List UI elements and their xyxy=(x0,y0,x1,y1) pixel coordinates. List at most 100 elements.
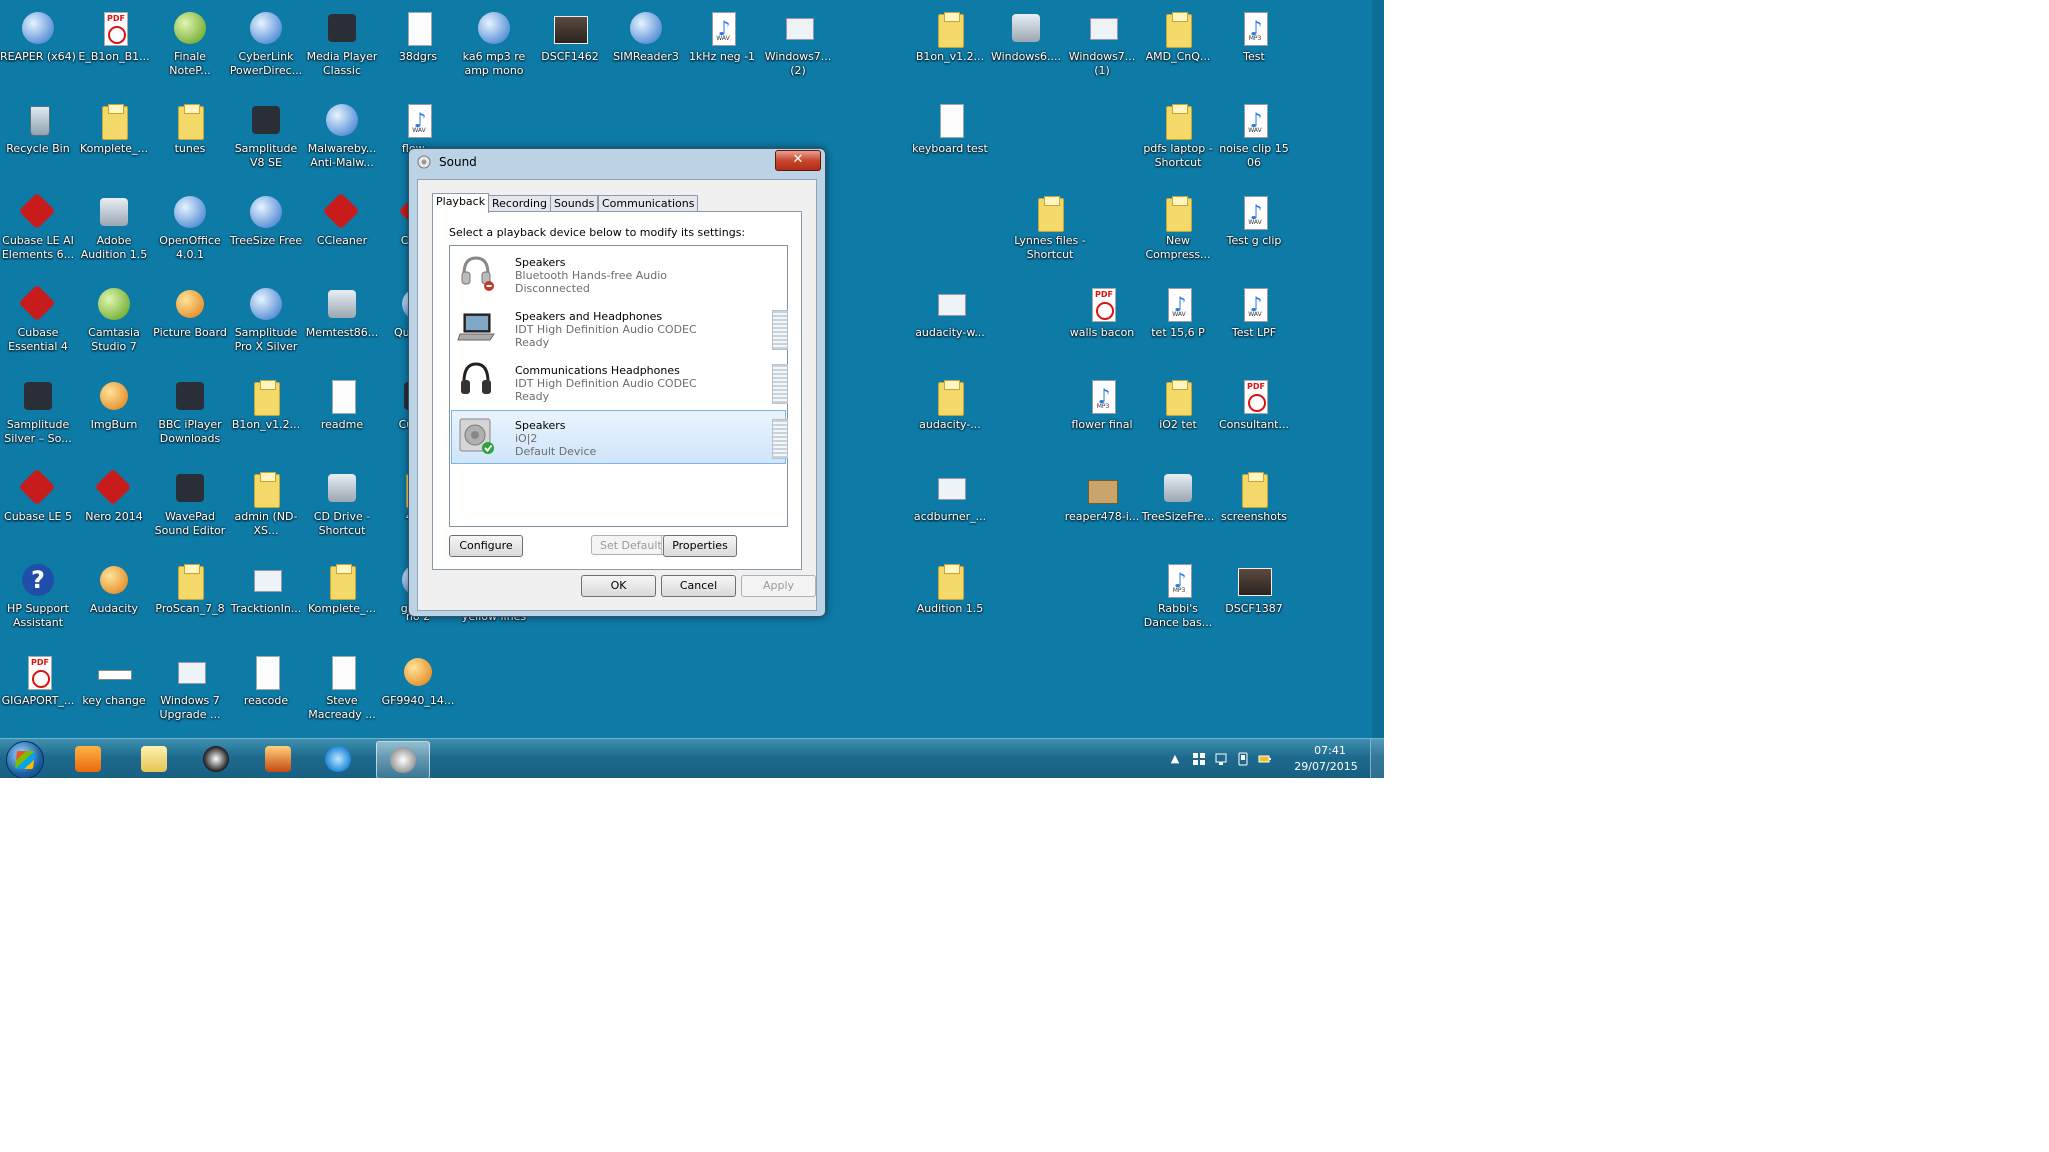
desktop-icon-pdf[interactable]: E_B1on_B1... xyxy=(76,4,152,64)
desktop-icon-openoffice[interactable]: OpenOffice 4.0.1 xyxy=(152,188,228,262)
device-item[interactable]: Speakers and Headphones IDT High Definit… xyxy=(452,302,788,354)
desktop-icon-screenshots[interactable]: screenshots xyxy=(1216,464,1292,524)
desktop-icon-rabbis-dance[interactable]: Rabbi's Dance bas... xyxy=(1140,556,1216,630)
network-icon[interactable] xyxy=(1214,752,1228,766)
desktop-icon-gigaport[interactable]: GIGAPORT_... xyxy=(0,648,76,708)
desktop-icon-admin[interactable]: admin (ND-XS... xyxy=(228,464,304,538)
desktop-icon-nero[interactable]: Nero 2014 xyxy=(76,464,152,524)
taskbar-sound[interactable] xyxy=(376,741,430,778)
desktop-icon-picture-board[interactable]: Picture Board xyxy=(152,280,228,340)
desktop-icon-key-change[interactable]: key change xyxy=(76,648,152,708)
cancel-button[interactable]: Cancel xyxy=(661,575,736,597)
desktop-icon-finale[interactable]: Finale NoteP... xyxy=(152,4,228,78)
desktop-icon-windows7-1[interactable]: Windows7... (1) xyxy=(1064,4,1140,78)
desktop-icon-wavepad[interactable]: WavePad Sound Editor xyxy=(152,464,228,538)
desktop-icon-imgburn[interactable]: ImgBurn xyxy=(76,372,152,432)
desktop-icon-samplitude-pro[interactable]: Samplitude Pro X Silver xyxy=(228,280,304,354)
desktop-icon-walls-bacon[interactable]: walls bacon xyxy=(1064,280,1140,340)
desktop-icon-treesizefree[interactable]: TreeSizeFre... xyxy=(1140,464,1216,524)
desktop-icon-cyberlink[interactable]: CyberLink PowerDirec... xyxy=(228,4,304,78)
desktop-icon-windows6[interactable]: Windows6.... xyxy=(988,4,1064,64)
desktop-icon-reaper478[interactable]: reaper478-i... xyxy=(1064,464,1140,524)
desktop-icon-treesize[interactable]: TreeSize Free xyxy=(228,188,304,248)
desktop-icon-steve-macready[interactable]: Steve Macready ... xyxy=(304,648,380,722)
desktop-icon-reaper[interactable]: REAPER (x64) xyxy=(0,4,76,64)
desktop-icon-adobe-audition[interactable]: Adobe Audition 1.5 xyxy=(76,188,152,262)
power-icon[interactable] xyxy=(1258,752,1272,766)
desktop-icon-38dgrs[interactable]: 38dgrs xyxy=(380,4,456,64)
desktop-icon-b1on-folder-2[interactable]: B1on_v1.2... xyxy=(228,372,304,432)
desktop-icon-audacity-folder[interactable]: audacity-... xyxy=(912,372,988,432)
device-item[interactable]: Speakers Bluetooth Hands-free Audio Disc… xyxy=(452,248,785,300)
desktop-icon-bbc-iplayer[interactable]: BBC iPlayer Downloads xyxy=(152,372,228,446)
clock-time[interactable]: 07:41 xyxy=(1300,744,1360,757)
tab-recording[interactable]: Recording xyxy=(488,195,552,212)
desktop-icon-test-g-clip[interactable]: Test g clip xyxy=(1216,188,1292,248)
desktop-icon-tet-15-6[interactable]: tet 15,6 P xyxy=(1140,280,1216,340)
desktop-icon-audacity[interactable]: Audacity xyxy=(76,556,152,616)
close-button[interactable]: ✕ xyxy=(775,150,821,171)
desktop-icon-noise-clip[interactable]: noise clip 15 06 xyxy=(1216,96,1292,170)
taskbar-explorer[interactable] xyxy=(128,741,180,777)
desktop-icon-gf9940[interactable]: GF9940_14... xyxy=(380,648,456,708)
desktop-icon-audition15[interactable]: Audition 1.5 xyxy=(912,556,988,616)
tab-communications[interactable]: Communications xyxy=(598,195,699,212)
desktop-icon-readme[interactable]: readme xyxy=(304,372,380,432)
desktop-icon-simreader[interactable]: SIMReader3 xyxy=(608,4,684,64)
dialog-titlebar[interactable]: Sound ✕ xyxy=(409,149,825,175)
desktop-icon-ccleaner[interactable]: CCleaner xyxy=(304,188,380,248)
desktop-icon-amd[interactable]: AMD_CnQ... xyxy=(1140,4,1216,64)
desktop-icon-dscf1387[interactable]: DSCF1387 xyxy=(1216,556,1292,616)
desktop-icon-samplitude-silver[interactable]: Samplitude Silver – So... xyxy=(0,372,76,446)
desktop-icon-b1on-folder[interactable]: B1on_v1.2... xyxy=(912,4,988,64)
ok-button[interactable]: OK xyxy=(581,575,656,597)
desktop-icon-cubase-le5[interactable]: Cubase LE 5 xyxy=(0,464,76,524)
desktop-icon-media-player[interactable]: Media Player Classic xyxy=(304,4,380,78)
device-item-selected[interactable]: Speakers iO|2 Default Device xyxy=(451,410,788,464)
desktop-icon-acdburner[interactable]: acdburner_... xyxy=(912,464,988,524)
properties-button[interactable]: Properties xyxy=(663,535,737,557)
desktop-icon-1khz[interactable]: 1kHz neg -1 xyxy=(684,4,760,64)
tab-playback[interactable]: Playback xyxy=(432,193,490,213)
desktop-icon-komplete[interactable]: Komplete_... xyxy=(76,96,152,156)
desktop-icon-camtasia[interactable]: Camtasia Studio 7 xyxy=(76,280,152,354)
desktop-icon-pdfs-laptop[interactable]: pdfs laptop - Shortcut xyxy=(1140,96,1216,170)
show-hidden-icons[interactable]: ▲ xyxy=(1168,752,1182,766)
desktop-icon-tunes[interactable]: tunes xyxy=(152,96,228,156)
desktop-icon-io2-tet[interactable]: iO2 tet xyxy=(1140,372,1216,432)
desktop-icon-komplete-2[interactable]: Komplete_... xyxy=(304,556,380,616)
desktop-icon-windows7-upgrade[interactable]: Windows 7 Upgrade ... xyxy=(152,648,228,722)
taskbar-app[interactable] xyxy=(252,741,304,777)
desktop-icon-recycle-bin[interactable]: Recycle Bin xyxy=(0,96,76,156)
desktop-icon-test[interactable]: Test xyxy=(1216,4,1292,64)
desktop-icon-dscf1462[interactable]: DSCF1462 xyxy=(532,4,608,64)
desktop-icon-samplitude-v8[interactable]: Samplitude V8 SE xyxy=(228,96,304,170)
desktop-icon-cubase-essential[interactable]: Cubase Essential 4 xyxy=(0,280,76,354)
desktop-icon-consultant[interactable]: Consultant... xyxy=(1216,372,1292,432)
desktop-icon-ka6[interactable]: ka6 mp3 re amp mono xyxy=(456,4,532,78)
desktop-icon-windows7-2[interactable]: Windows7... (2) xyxy=(760,4,836,78)
desktop-icon-keyboard-test[interactable]: keyboard test xyxy=(912,96,988,156)
desktop-icon-test-lpf[interactable]: Test LPF xyxy=(1216,280,1292,340)
desktop-icon-cd-drive[interactable]: CD Drive - Shortcut xyxy=(304,464,380,538)
taskbar-internet-explorer[interactable] xyxy=(312,741,364,777)
device-icon[interactable] xyxy=(1236,752,1250,766)
desktop-icon-malwarebytes[interactable]: Malwareby... Anti-Malw... xyxy=(304,96,380,170)
show-desktop-button[interactable] xyxy=(1370,739,1384,778)
desktop-icon-flower-final[interactable]: flower final xyxy=(1064,372,1140,432)
configure-button[interactable]: Configure xyxy=(449,535,523,557)
desktop-icon-reacode[interactable]: reacode xyxy=(228,648,304,708)
desktop-icon-memtest[interactable]: Memtest86... xyxy=(304,280,380,340)
tab-sounds[interactable]: Sounds xyxy=(550,195,599,212)
clock-date[interactable]: 29/07/2015 xyxy=(1288,760,1364,773)
windows-flag-icon[interactable] xyxy=(1192,752,1206,766)
start-button[interactable] xyxy=(6,741,44,778)
desktop-icon-proscan[interactable]: ProScan_7_8 xyxy=(152,556,228,616)
desktop-icon-lynnes-files[interactable]: Lynnes files - Shortcut xyxy=(1012,188,1088,262)
device-item[interactable]: Communications Headphones IDT High Defin… xyxy=(452,356,788,408)
taskbar-media-player[interactable] xyxy=(62,741,114,777)
desktop-icon-tracktion[interactable]: TracktionIn... xyxy=(228,556,304,616)
desktop-icon-new-compress[interactable]: New Compress... xyxy=(1140,188,1216,262)
desktop-icon-hp-support[interactable]: HP Support Assistant xyxy=(0,556,76,630)
desktop-icon-flow[interactable]: flow... xyxy=(380,96,456,156)
